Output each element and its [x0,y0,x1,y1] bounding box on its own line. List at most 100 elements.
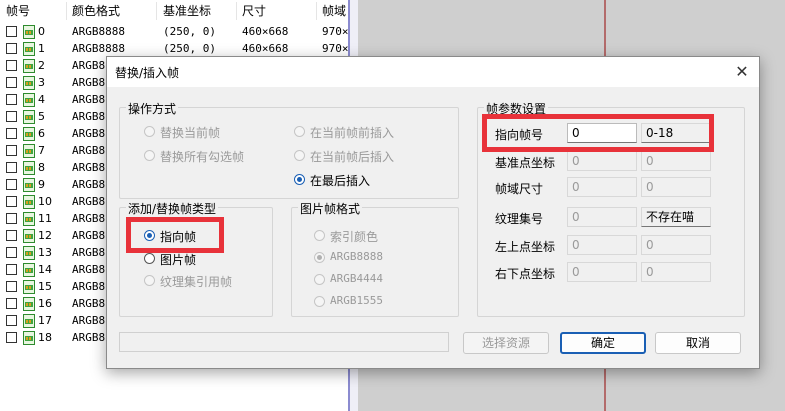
ok-button[interactable]: 确定 [560,332,646,354]
top-left-x-input[interactable]: 0 [567,235,637,255]
row-color-format: ARGB8 [72,195,106,208]
texture-set-input[interactable]: 0 [567,207,637,227]
header-separator [236,2,237,20]
row-checkbox[interactable] [6,60,17,71]
row-frame-number: 11 [38,212,52,225]
row-checkbox[interactable] [6,247,17,258]
radio-label: ARGB8888 [330,250,383,263]
row-color-format: ARGB8 [72,93,106,106]
frame-icon [23,280,35,294]
row-frame-number: 10 [38,195,52,208]
radio-label: ARGB4444 [330,272,383,285]
frame-icon [23,195,35,209]
row-checkbox[interactable] [6,111,17,122]
row-frame-number: 2 [38,59,45,72]
dialog-title-bar[interactable]: 替换/插入帧 ✕ [107,57,759,87]
header-base-coord[interactable]: 基准坐标 [163,0,211,22]
radio-label: 索引颜色 [330,230,379,244]
row-checkbox[interactable] [6,162,17,173]
row-frame-number: 16 [38,297,52,310]
frame-icon [23,263,35,277]
row-color-format: ARGB8 [72,110,106,123]
row-checkbox[interactable] [6,94,17,105]
row-color-format: ARGB8 [72,263,106,276]
row-checkbox[interactable] [6,213,17,224]
base-x-input[interactable]: 0 [567,151,637,171]
row-checkbox[interactable] [6,332,17,343]
row-color-format: ARGB8 [72,297,106,310]
row-frame-number: 17 [38,314,52,327]
radio-indicator [314,296,325,307]
row-frame-number: 3 [38,76,45,89]
operation-group: 操作方式 替换当前帧 替换所有勾选帧 在当前帧前插入 在当前帧后插入 在最后插入 [119,100,459,199]
row-checkbox[interactable] [6,145,17,156]
row-frame-number: 15 [38,280,52,293]
radio-label: 在当前帧后插入 [310,150,395,164]
row-frame-area: 970× [322,42,348,55]
frame-icon [23,110,35,124]
radio-indicator [294,174,305,185]
row-checkbox[interactable] [6,179,17,190]
row-color-format: ARGB8 [72,59,106,72]
image-format-group: 图片帧格式 索引颜色 ARGB8888 ARGB4444 ARGB1555 [291,200,459,317]
frame-icon [23,25,35,39]
row-color-format: ARGB8 [72,314,106,327]
radio-indicator [314,274,325,285]
frame-icon [23,93,35,107]
row-checkbox[interactable] [6,26,17,37]
radio-label: 图片帧 [160,253,197,267]
radio-indicator [314,252,325,263]
row-size: 460×668 [242,42,289,55]
frame-icon [23,297,35,311]
row-checkbox[interactable] [6,77,17,88]
frame-icon [23,144,35,158]
radio-label: 在最后插入 [310,174,371,188]
row-color-format: ARGB8 [72,161,106,174]
header-size[interactable]: 尺寸 [242,0,266,22]
frame-icon [23,178,35,192]
row-color-format: ARGB8888 [72,25,125,38]
area-width-input[interactable]: 0 [567,177,637,197]
highlight-box-target-frame [482,114,714,152]
bottom-right-label: 右下点坐标 [495,267,556,281]
top-left-y-input[interactable]: 0 [641,235,711,255]
frame-icon [23,127,35,141]
frame-icon [23,161,35,175]
area-height-input[interactable]: 0 [641,177,711,197]
row-frame-number: 0 [38,25,45,38]
header-frame-area[interactable]: 帧域 [322,0,346,22]
row-checkbox[interactable] [6,281,17,292]
row-checkbox[interactable] [6,298,17,309]
table-row[interactable]: 0 ARGB8888 (250, 0) 460×668 970× [0,24,350,41]
radio-label: ARGB1555 [330,294,383,307]
row-frame-number: 1 [38,42,45,55]
row-frame-number: 4 [38,93,45,106]
base-y-input[interactable]: 0 [641,151,711,171]
frame-icon [23,59,35,73]
frame-icon [23,229,35,243]
operation-group-label: 操作方式 [126,100,179,117]
row-checkbox[interactable] [6,230,17,241]
close-icon[interactable]: ✕ [731,61,753,83]
row-checkbox[interactable] [6,315,17,326]
radio-label: 纹理集引用帧 [160,275,233,289]
highlight-box-pointer-frame [126,217,224,253]
row-checkbox[interactable] [6,128,17,139]
row-checkbox[interactable] [6,43,17,54]
image-format-group-label: 图片帧格式 [298,200,363,217]
radio-indicator [144,275,155,286]
frame-icon [23,76,35,90]
cancel-button[interactable]: 取消 [655,332,741,354]
bottom-right-y-input[interactable]: 0 [641,262,711,282]
row-base-coord: (250, 0) [163,25,216,38]
header-frame-number[interactable]: 帧号 [6,0,30,22]
bottom-right-x-input[interactable]: 0 [567,262,637,282]
frame-icon [23,212,35,226]
select-resource-button[interactable]: 选择资源 [463,332,549,354]
header-color-format[interactable]: 颜色格式 [72,0,120,22]
row-checkbox[interactable] [6,196,17,207]
frame-icon [23,246,35,260]
radio-indicator [294,150,305,161]
row-checkbox[interactable] [6,264,17,275]
header-separator [316,2,317,20]
